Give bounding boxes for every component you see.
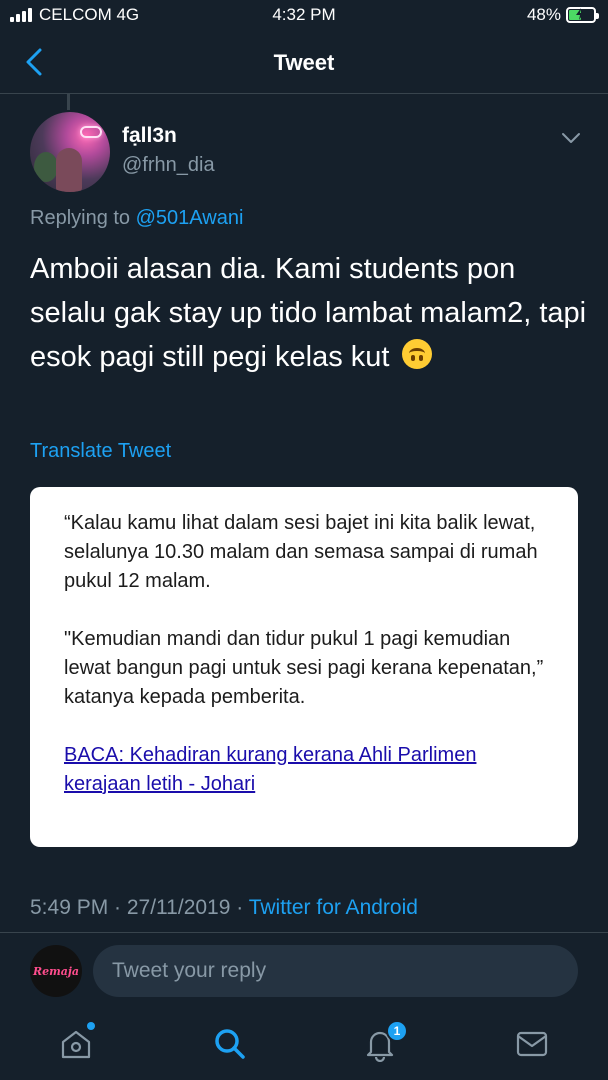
tweet-timestamp: 5:49 PM · 27/11/2019 · xyxy=(30,896,249,919)
chevron-down-icon xyxy=(562,133,580,143)
author-display-name[interactable]: fạll3n xyxy=(122,124,177,148)
card-paragraph-2: "Kemudian mandi dan tidur pukul 1 pagi k… xyxy=(64,628,544,708)
tab-search[interactable] xyxy=(212,1026,248,1062)
tweet-source-link[interactable]: Twitter for Android xyxy=(249,896,418,919)
reply-bar: Remaja Tweet your reply xyxy=(0,932,608,1008)
replying-prefix: Replying to xyxy=(30,207,136,229)
battery-percent: 48% xyxy=(526,5,561,24)
tweet-meta: 5:49 PM · 27/11/2019 · Twitter for Andro… xyxy=(30,896,418,920)
user-avatar-logo: Remaja xyxy=(32,964,79,978)
notifications-badge: 1 xyxy=(386,1020,408,1042)
reply-input[interactable]: Tweet your reply xyxy=(93,945,578,997)
replying-to: Replying to @501Awani xyxy=(30,207,243,230)
status-bar: CELCOM 4G 4:32 PM 48% xyxy=(0,0,608,30)
page-title: Tweet xyxy=(273,50,335,75)
user-avatar[interactable]: Remaja xyxy=(30,945,82,997)
nav-header: Tweet xyxy=(0,30,608,94)
card-article-link: BACA: Kehadiran kurang kerana Ahli Parli… xyxy=(64,744,477,795)
tab-bar: 1 xyxy=(0,1008,608,1080)
thread-line xyxy=(67,94,70,110)
tweet-text: Amboii alasan dia. Kami students pon sel… xyxy=(30,247,590,379)
tweet-options-button[interactable] xyxy=(560,130,582,146)
attached-image-card[interactable]: “Kalau kamu lihat dalam sesi bajet ini k… xyxy=(30,487,578,847)
tab-notifications[interactable]: 1 xyxy=(362,1020,408,1063)
tweet-body: Amboii alasan dia. Kami students pon sel… xyxy=(30,253,587,373)
replying-mention-link[interactable]: @501Awani xyxy=(136,207,244,229)
upside-down-face-icon xyxy=(401,339,432,369)
tab-home[interactable] xyxy=(58,1022,95,1062)
status-right: 48% xyxy=(526,5,599,25)
card-paragraph-1: “Kalau kamu lihat dalam sesi bajet ini k… xyxy=(64,512,538,592)
home-icon xyxy=(61,1030,91,1059)
clock: 4:32 PM xyxy=(272,5,336,24)
tab-messages[interactable] xyxy=(514,1026,550,1062)
search-icon xyxy=(215,1029,245,1059)
translate-tweet-link[interactable]: Translate Tweet xyxy=(30,440,171,463)
battery-icon xyxy=(566,7,599,23)
author-avatar[interactable] xyxy=(30,112,110,192)
messages-icon xyxy=(516,1031,548,1057)
home-new-dot xyxy=(87,1022,95,1030)
author-handle[interactable]: @frhn_dia xyxy=(122,154,215,177)
reply-placeholder: Tweet your reply xyxy=(112,959,267,982)
